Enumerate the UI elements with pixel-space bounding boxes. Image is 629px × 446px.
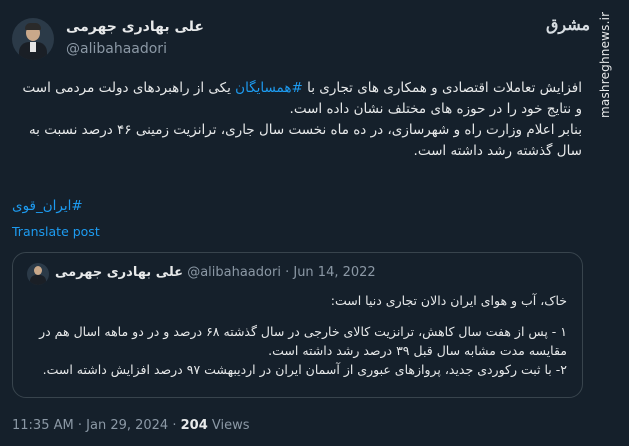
tweet-paragraph-2: بنابر اعلام وزارت راه و شهرسازی، در ده م… (28, 122, 582, 159)
translate-post-link[interactable]: Translate post (12, 224, 100, 239)
tweet-footer: 11:35 AM · Jan 29, 2024 · 204 Views (12, 418, 250, 433)
tweet-time[interactable]: 11:35 AM (12, 418, 74, 433)
views-label: Views (211, 418, 250, 433)
watermark-url: mashreghnews.ir (598, 12, 612, 119)
hashtag-neighbors-link[interactable]: #همسایگان (235, 80, 303, 96)
tweet-paragraph-1: افزایش تعاملات اقتصادی و همکاری های تجار… (12, 78, 582, 120)
separator-dot: · (77, 418, 82, 433)
separator-dot: · (285, 265, 290, 280)
quoted-tweet-body: خاک، آب و هوای ایران دالان تجاری دنیا اس… (27, 291, 567, 379)
quoted-author-avatar (27, 263, 49, 285)
quoted-tweet-header: علی بهادری جهرمی @alibahaadori · Jun 14,… (55, 265, 376, 280)
hashtag-strong-iran-link[interactable]: #ایران_قوی (12, 198, 582, 214)
quoted-item-1: ۱ - پس از هفت سال کاهش، ترانزیت کالای خا… (39, 324, 567, 358)
author-name[interactable]: علی بهادری جهرمی (66, 19, 204, 35)
separator-dot: · (172, 418, 177, 433)
author-avatar[interactable] (12, 18, 54, 60)
tweet-date[interactable]: Jan 29, 2024 (86, 418, 168, 433)
mashregh-logo: مشرق (546, 12, 590, 38)
quoted-author-name: علی بهادری جهرمی (55, 265, 184, 280)
quoted-author-handle: @alibahaadori (187, 265, 281, 280)
quoted-tweet-card[interactable]: علی بهادری جهرمی @alibahaadori · Jun 14,… (12, 252, 583, 398)
logo-text: مشرق (546, 15, 591, 34)
quoted-item-2: ۲- با ثبت رکوردی جدید، پروازهای عبوری از… (42, 362, 567, 377)
tweet-text-1a: افزایش تعاملات اقتصادی و همکاری های تجار… (302, 80, 582, 96)
views-count: 204 (180, 418, 208, 433)
quoted-tweet-date: Jun 14, 2022 (293, 265, 376, 280)
author-handle[interactable]: @alibahaadori (66, 41, 167, 57)
tweet-body: افزایش تعاملات اقتصادی و همکاری های تجار… (12, 78, 582, 162)
quoted-intro: خاک، آب و هوای ایران دالان تجاری دنیا اس… (330, 293, 567, 308)
